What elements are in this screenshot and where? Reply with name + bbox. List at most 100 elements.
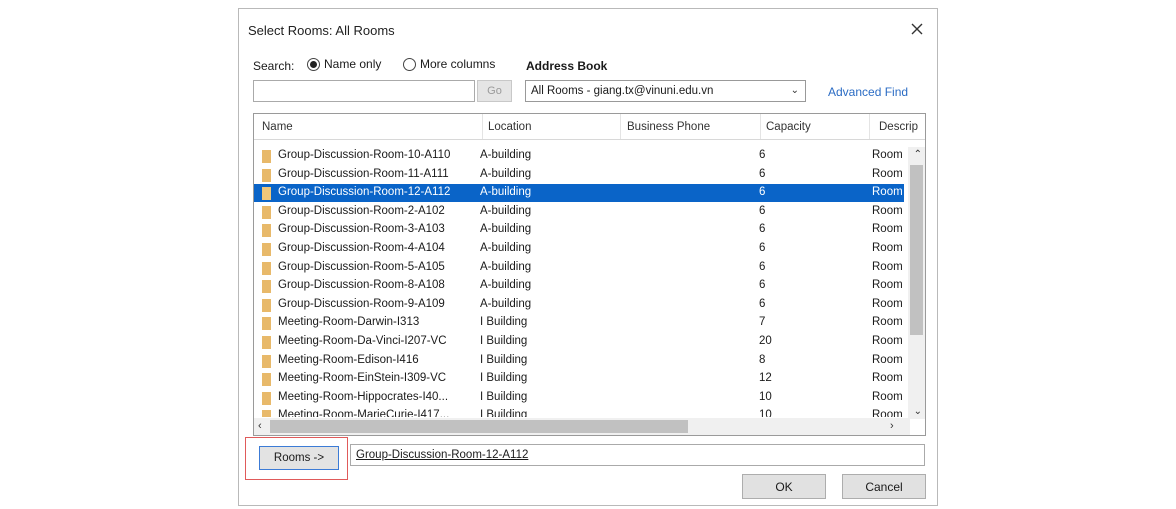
table-row[interactable]: Meeting-Room-Hippocrates-I40... I Buildin… bbox=[254, 389, 904, 407]
table-row[interactable]: Group-Discussion-Room-4-A104 A-building 6 R… bbox=[254, 240, 904, 258]
address-book-value: All Rooms - giang.tx@vinuni.edu.vn bbox=[531, 85, 714, 97]
close-icon[interactable] bbox=[907, 19, 927, 39]
table-row[interactable]: Group-Discussion-Room-3-A103 A-building 6 R… bbox=[254, 221, 904, 239]
cell-desc: Room bbox=[872, 279, 903, 292]
radio-name-only[interactable]: Name only bbox=[307, 57, 381, 71]
cell-desc: Room bbox=[872, 372, 903, 385]
column-header-description[interactable]: Descrip bbox=[879, 121, 918, 133]
table-row[interactable]: Group-Discussion-Room-11-A111 A-building 6… bbox=[254, 166, 904, 184]
column-divider[interactable] bbox=[760, 114, 761, 139]
table-row[interactable]: Group-Discussion-Room-5-A105 A-building 6 R… bbox=[254, 259, 904, 277]
go-button[interactable]: Go bbox=[477, 80, 512, 102]
cell-name: Meeting-Room-Darwin-I313 bbox=[278, 316, 420, 329]
room-icon bbox=[262, 317, 271, 331]
cell-desc: Room bbox=[872, 353, 903, 366]
search-label: Search: bbox=[253, 59, 295, 73]
cell-desc: Room bbox=[872, 223, 903, 236]
cell-capacity: 6 bbox=[759, 279, 766, 292]
address-book-select[interactable]: All Rooms - giang.tx@vinuni.edu.vn ⌄ bbox=[525, 80, 806, 102]
chevron-down-icon[interactable]: ⌄ bbox=[791, 85, 799, 96]
cell-location: I Building bbox=[480, 390, 528, 403]
cell-location: I Building bbox=[480, 316, 528, 329]
horizontal-scroll-thumb[interactable] bbox=[270, 420, 688, 433]
table-row[interactable]: Meeting-Room-Da-Vinci-I207-VC I Building 2… bbox=[254, 333, 904, 351]
vertical-scroll-thumb[interactable] bbox=[910, 165, 923, 335]
room-icon bbox=[262, 150, 271, 163]
cell-name: Group-Discussion-Room-10-A110 bbox=[278, 149, 451, 161]
cell-name: Group-Discussion-Room-8-A108 bbox=[278, 279, 445, 292]
rooms-list[interactable]: Name Location Business Phone Capacity De… bbox=[253, 113, 926, 436]
cell-capacity: 6 bbox=[759, 167, 766, 180]
cell-capacity: 6 bbox=[759, 149, 766, 161]
search-input[interactable] bbox=[253, 80, 475, 102]
cell-name: Meeting-Room-Da-Vinci-I207-VC bbox=[278, 335, 447, 347]
rooms-button[interactable]: Rooms -> bbox=[259, 446, 339, 470]
horizontal-scrollbar[interactable]: ‹ › bbox=[254, 418, 910, 435]
cell-name: Group-Discussion-Room-2-A102 bbox=[278, 204, 445, 217]
scroll-up-icon[interactable]: ⌃ bbox=[914, 149, 922, 160]
cell-desc: Room bbox=[872, 316, 903, 329]
cell-capacity: 8 bbox=[759, 353, 766, 366]
cell-capacity: 6 bbox=[759, 204, 766, 217]
radio-unselected-icon bbox=[403, 57, 416, 71]
cell-name: Group-Discussion-Room-9-A109 bbox=[278, 297, 445, 310]
room-icon bbox=[262, 187, 271, 201]
room-icon bbox=[262, 391, 271, 405]
cell-name: Group-Discussion-Room-12-A112 bbox=[278, 186, 451, 199]
radio-name-only-label: Name only bbox=[324, 57, 382, 71]
rooms-field[interactable]: Group-Discussion-Room-12-A112 bbox=[350, 444, 925, 466]
column-header-name[interactable]: Name bbox=[262, 121, 293, 133]
advanced-find-link[interactable]: Advanced Find bbox=[828, 85, 908, 99]
scroll-right-icon[interactable]: › bbox=[890, 420, 894, 432]
vertical-scrollbar[interactable]: ⌃ ⌄ bbox=[908, 147, 925, 419]
radio-more-columns[interactable]: More columns bbox=[403, 57, 495, 71]
cell-capacity: 7 bbox=[759, 316, 766, 329]
cancel-button[interactable]: Cancel bbox=[842, 474, 926, 499]
scroll-left-icon[interactable]: ‹ bbox=[258, 420, 262, 432]
column-divider[interactable] bbox=[482, 114, 483, 139]
room-icon bbox=[262, 261, 271, 275]
cell-desc: Room bbox=[872, 335, 903, 347]
column-header-capacity[interactable]: Capacity bbox=[766, 121, 811, 133]
scroll-down-icon[interactable]: ⌄ bbox=[914, 406, 922, 417]
column-header-business-phone[interactable]: Business Phone bbox=[627, 121, 710, 133]
cell-location: A-building bbox=[480, 186, 532, 199]
cell-desc: Room bbox=[872, 186, 903, 199]
cell-name: Meeting-Room-Hippocrates-I40... bbox=[278, 390, 449, 403]
cell-capacity: 10 bbox=[759, 390, 772, 403]
cell-location: A-building bbox=[480, 242, 532, 254]
cell-location: I Building bbox=[480, 353, 528, 366]
column-divider[interactable] bbox=[869, 114, 870, 139]
table-row[interactable]: Meeting-Room-MarieCurie-I417... I Buildin… bbox=[254, 407, 904, 417]
cell-desc: Room bbox=[872, 149, 903, 161]
cell-capacity: 6 bbox=[759, 186, 766, 199]
cell-capacity: 6 bbox=[759, 223, 766, 236]
column-divider[interactable] bbox=[620, 114, 621, 139]
room-icon bbox=[262, 168, 271, 182]
table-row[interactable]: Group-Discussion-Room-8-A108 A-building 6 R… bbox=[254, 277, 904, 295]
cell-location: I Building bbox=[480, 335, 528, 347]
cell-location: A-building bbox=[480, 260, 532, 273]
table-row[interactable]: Group-Discussion-Room-9-A109 A-building 6 R… bbox=[254, 296, 904, 314]
cell-name: Meeting-Room-Edison-I416 bbox=[278, 353, 419, 366]
table-row[interactable]: Meeting-Room-Edison-I416 I Building 8 Room bbox=[254, 352, 904, 370]
address-book-label: Address Book bbox=[526, 59, 608, 73]
rows-container: Group-Discussion-Room-10-A110 A-building 6… bbox=[254, 147, 904, 417]
cell-desc: Room bbox=[872, 204, 903, 217]
table-row[interactable]: Meeting-Room-EinStein-I309-VC I Building 1… bbox=[254, 370, 904, 388]
table-row[interactable]: Group-Discussion-Room-10-A110 A-building 6… bbox=[254, 147, 904, 165]
table-row[interactable]: Meeting-Room-Darwin-I313 I Building 7 Room bbox=[254, 314, 904, 332]
ok-button[interactable]: OK bbox=[742, 474, 826, 499]
radio-selected-icon bbox=[307, 57, 320, 71]
cell-name: Group-Discussion-Room-4-A104 bbox=[278, 242, 445, 254]
cell-location: A-building bbox=[480, 223, 532, 236]
column-header-location[interactable]: Location bbox=[488, 121, 531, 133]
cell-location: I Building bbox=[480, 372, 528, 385]
cell-desc: Room bbox=[872, 409, 903, 417]
room-icon bbox=[262, 224, 271, 238]
cell-name: Meeting-Room-EinStein-I309-VC bbox=[278, 372, 447, 385]
table-row[interactable]: Group-Discussion-Room-2-A102 A-building 6 R… bbox=[254, 203, 904, 221]
cell-capacity: 20 bbox=[759, 335, 772, 347]
table-row[interactable]: Group-Discussion-Room-12-A112 A-building 6… bbox=[254, 184, 904, 203]
room-icon bbox=[262, 373, 271, 387]
